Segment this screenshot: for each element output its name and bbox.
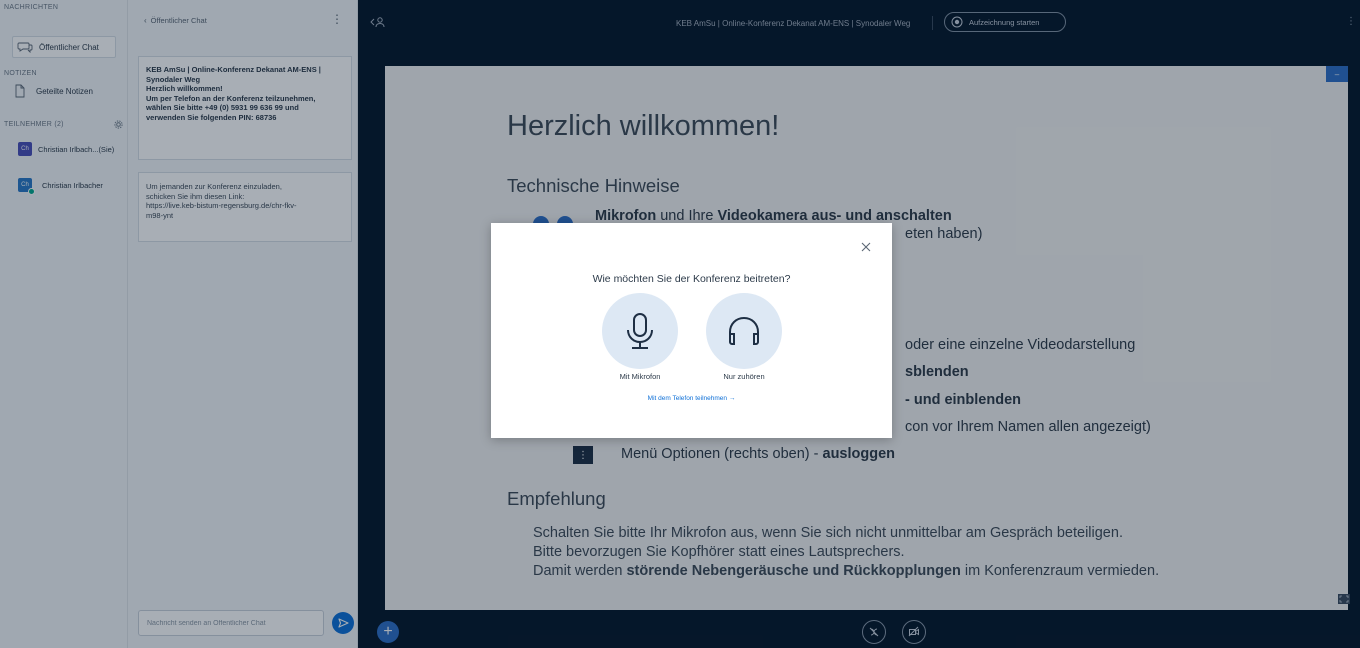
listen-option-label: Nur zuhören — [723, 372, 765, 381]
join-option-circle[interactable] — [602, 293, 678, 369]
modal-title: Wie möchten Sie der Konferenz beitreten? — [592, 273, 791, 285]
join-by-phone-link[interactable]: Mit dem Telefon teilnehmen → — [491, 395, 892, 402]
headphones-icon — [729, 316, 759, 345]
join-with-microphone-button[interactable]: Mit Mikrofon — [602, 293, 678, 381]
mic-option-label: Mit Mikrofon — [619, 372, 661, 381]
listen-only-button[interactable]: Nur zuhören — [706, 293, 782, 381]
close-icon[interactable] — [859, 240, 873, 254]
join-audio-modal: Wie möchten Sie der Konferenz beitreten?… — [491, 223, 892, 438]
join-option-circle[interactable] — [706, 293, 782, 369]
microphone-icon — [627, 313, 653, 349]
